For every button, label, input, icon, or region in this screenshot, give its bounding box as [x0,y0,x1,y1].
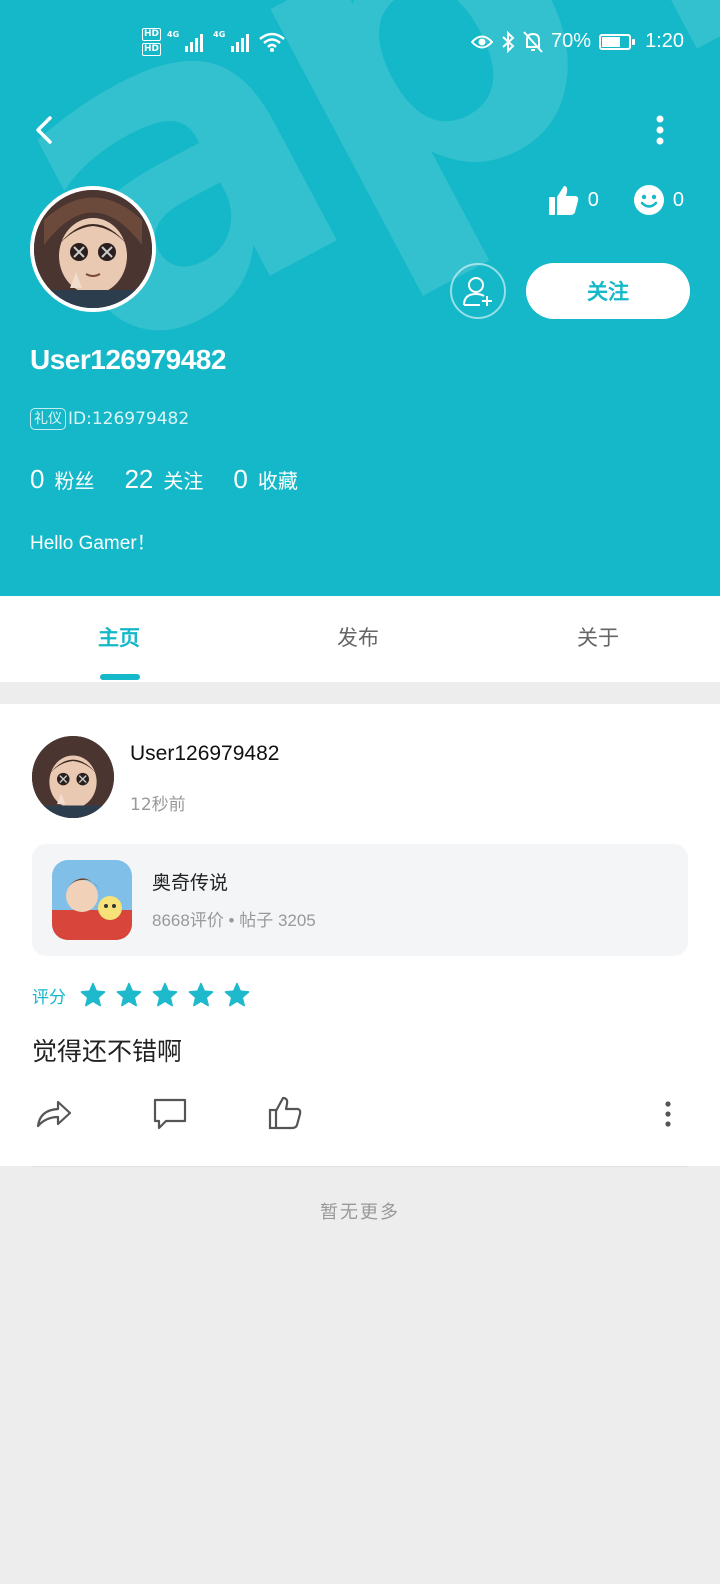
mute-bell-icon [523,30,543,53]
bio: Hello Gamer！ [30,533,156,554]
user-id-row: 礼仪 ID:126979482 [30,408,189,430]
username: User126979482 [30,344,226,375]
game-title: 奥奇传说 [152,872,229,894]
star-icon [188,982,214,1007]
post-actions [32,1094,688,1138]
profile-header: apTa HD HD 4G 4G [0,0,720,596]
stat-fans[interactable]: 0 粉丝 [30,464,94,495]
post-author-name[interactable]: User126979482 [130,742,279,766]
like-icon[interactable] [266,1094,306,1134]
star-icon [116,982,142,1007]
add-friend-button[interactable] [450,263,506,319]
rating-label: 评分 [32,987,66,1008]
eye-icon [471,35,494,48]
thumbs-up-icon [548,186,578,215]
likes-counter[interactable]: 0 [548,184,599,216]
star-icon [224,982,250,1007]
game-card[interactable]: 奥奇传说 8668评价 • 帖子 3205 [32,844,688,956]
stat-favorites[interactable]: 0 收藏 [233,464,297,495]
signal-icon-2 [231,34,250,52]
star-icon [80,982,106,1007]
etiquette-badge[interactable]: 礼仪 [30,408,66,430]
no-more-text: 暂无更多 [320,1202,400,1223]
smiles-counter[interactable]: 0 [633,184,684,216]
star-icon [152,982,178,1007]
post-author-avatar[interactable] [32,736,114,818]
network-type-2: 4G [213,29,226,39]
signal-icon [185,34,204,52]
network-type-1: 4G [167,29,180,39]
add-friend-icon [463,277,492,306]
bluetooth-icon [502,30,515,53]
battery-icon [599,33,636,50]
wifi-icon [259,32,286,52]
more-vertical-icon[interactable] [650,110,670,150]
back-icon[interactable] [30,110,60,150]
status-bar: HD HD 4G 4G 70% 1:20 [0,0,720,90]
review-text: 觉得还不错啊 [32,1037,183,1066]
tab-home[interactable]: 主页 [98,622,140,652]
share-icon[interactable] [34,1094,74,1134]
review-post-card[interactable]: User126979482 12秒前 奥奇传说 8668评价 • 帖子 3205… [0,704,720,1167]
user-id: ID:126979482 [68,409,190,429]
rating-row: 评分 [32,982,250,1008]
post-time: 12秒前 [130,795,186,815]
game-icon [52,860,132,940]
stat-following[interactable]: 22 关注 [124,464,203,495]
battery-percent: 70% [551,30,592,52]
clock: 1:20 [645,30,684,52]
tab-indicator [100,674,140,680]
follow-button[interactable]: 关注 [526,263,690,319]
tab-about[interactable]: 关于 [577,622,619,652]
more-options-icon[interactable] [658,1094,678,1134]
smile-icon [633,185,664,215]
tab-posts[interactable]: 发布 [337,622,379,652]
divider [32,1166,688,1167]
tab-bar: 主页 发布 关于 [0,596,720,682]
hd-indicator: HD HD [142,28,162,56]
avatar[interactable] [30,186,156,312]
comment-icon[interactable] [150,1094,190,1134]
game-meta: 8668评价 • 帖子 3205 [152,911,316,930]
